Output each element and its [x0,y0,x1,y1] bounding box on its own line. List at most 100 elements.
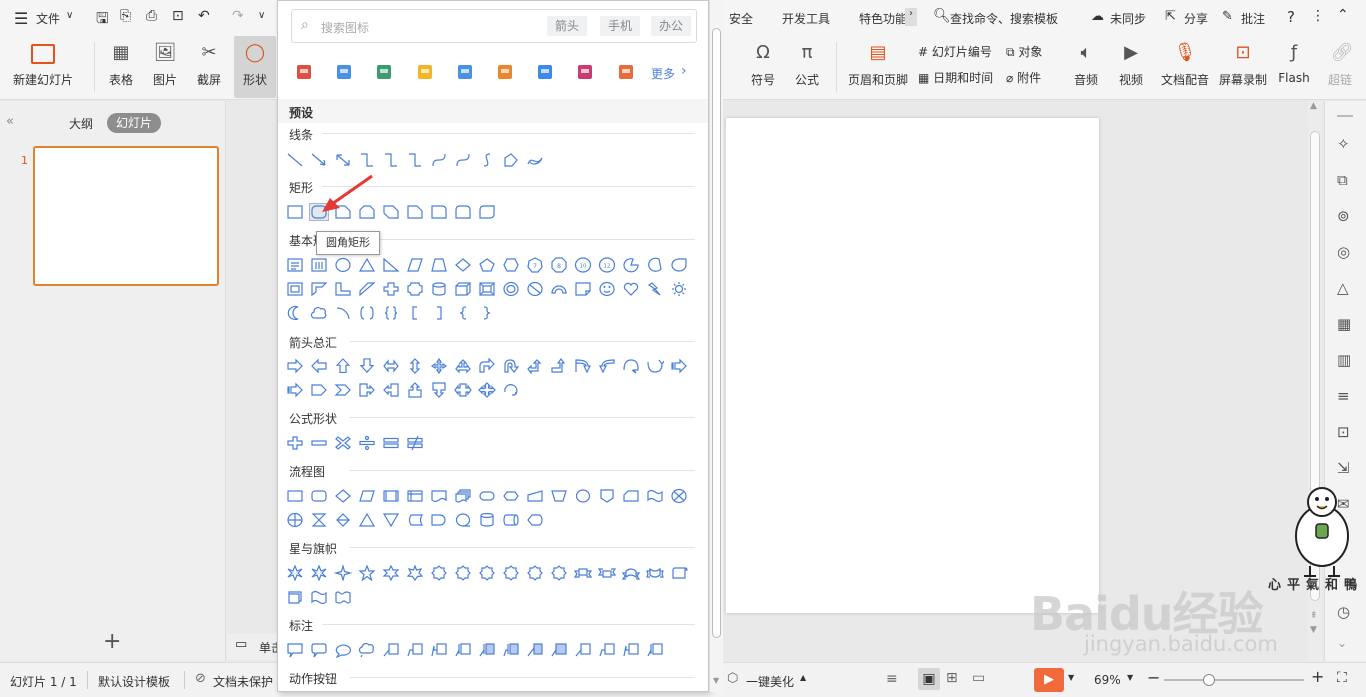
search-tag-office[interactable]: 办公 [651,16,692,36]
audio-button[interactable]: 🔈︎ 音频 [1066,36,1106,98]
shape-c-oval-icon[interactable] [334,642,352,658]
comment-button[interactable]: 批注 [1241,10,1265,27]
shape-star4-icon[interactable] [334,565,352,581]
more-icon[interactable]: ⋮ [1311,8,1325,24]
attachment-button[interactable]: ⌀ 附件 [1006,69,1041,86]
shape-lbrace-icon[interactable] [454,305,472,321]
shape-curvr-icon[interactable] [574,358,592,374]
shape-star6-icon[interactable] [382,565,400,581]
shape-display-icon[interactable] [526,512,544,528]
shape-c-line-b-icon[interactable] [454,642,472,658]
sync-status[interactable]: 未同步 [1110,10,1146,27]
shape-vtext-icon[interactable] [310,257,328,273]
shape-tape-icon[interactable] [646,488,664,504]
chevron-down-icon[interactable]: ▼ [1127,673,1133,682]
shape-tri-icon[interactable] [358,257,376,273]
shape-c-line-b-icon[interactable] [646,642,664,658]
shape-nosign-icon[interactable] [526,281,544,297]
shape-cube-icon[interactable] [454,281,472,297]
reading-view-icon[interactable]: ▭ [972,670,985,686]
shape-fold-icon[interactable] [574,281,592,297]
shape-pent-icon[interactable] [478,257,496,273]
slide-number-button[interactable]: # 幻灯片编号 [918,43,992,60]
shape-trap-icon[interactable] [430,257,448,273]
shape-rrd-icon[interactable] [478,204,496,220]
shape-rbrack-icon[interactable] [430,305,448,321]
shape-elbow-icon[interactable] [406,152,424,168]
shape-exp-icon[interactable] [310,565,328,581]
shape-donut-icon[interactable] [502,281,520,297]
header-footer-button[interactable]: ▤ 页眉和页脚 [844,36,912,98]
box-icon[interactable] [616,61,636,83]
shape-rtri-icon[interactable] [382,257,400,273]
image-panel-icon[interactable]: ⊡ [1337,423,1350,441]
redo-icon[interactable]: ↷ [232,8,244,24]
shape-curve-icon[interactable] [430,152,448,168]
print-icon[interactable]: ⎙ [146,8,157,24]
shape-oct-icon[interactable]: 8 [550,257,568,273]
video-button[interactable]: ▶ 视频 [1110,36,1152,98]
history-icon[interactable]: ◷ [1337,603,1350,621]
shape-uturn-icon[interactable] [502,358,520,374]
shape-bolt-icon[interactable] [646,281,664,297]
undo-icon[interactable]: ↶ [198,8,210,24]
shape-elbow-icon[interactable] [358,152,376,168]
shape-bua-icon[interactable] [550,358,568,374]
shape-cross-icon[interactable] [382,281,400,297]
hyperlink-button[interactable]: 🔗︎ 超链 [1322,36,1362,98]
shape-arcline-icon[interactable] [334,305,352,321]
more-icons-link[interactable]: 更多 [651,65,675,82]
shape-neq-icon[interactable] [406,435,424,451]
shape-c-line3-icon[interactable] [622,642,640,658]
normal-view-icon[interactable]: ▣ [918,668,940,690]
shape-extract-icon[interactable] [358,512,376,528]
shapes-icon[interactable]: ⊚ [1337,207,1350,225]
symbol-button[interactable]: Ω 符号 [742,36,784,98]
search-input[interactable]: 搜索图标 [321,19,369,36]
shape-c-rect-icon[interactable] [286,642,304,658]
shape-star7-icon[interactable] [406,565,424,581]
search-tag-arrow[interactable]: 箭头 [547,16,588,36]
zoom-in-icon[interactable]: + [1311,667,1324,686]
shape-button[interactable]: ◯ 形状 [234,36,276,98]
shape-c-line2-icon[interactable] [406,642,424,658]
shape-lua-icon[interactable] [526,358,544,374]
shape-lshape-icon[interactable] [334,281,352,297]
shape-ribbond-icon[interactable] [598,565,616,581]
shape-collate-icon[interactable] [310,512,328,528]
shape-ra-icon[interactable] [286,358,304,374]
slide-canvas[interactable] [726,118,1099,613]
shape-curvd-icon[interactable] [646,358,664,374]
shape-pie-icon[interactable] [622,257,640,273]
shape-dbrace-icon[interactable] [382,305,400,321]
shape-orj-icon[interactable] [286,512,304,528]
zoom-slider-thumb[interactable] [1203,674,1215,686]
monitor-icon[interactable] [495,61,515,83]
object-button[interactable]: ⧉ 对象 [1006,43,1042,60]
hamburger-icon[interactable]: ☰ [14,9,28,28]
shape-wave-icon[interactable] [310,589,328,605]
screenshot-button[interactable]: ✂ 截屏 [188,36,230,98]
scroll-down-icon[interactable]: ▼ [713,676,719,685]
shape-stripr-icon[interactable] [670,358,688,374]
shape-scribble-icon[interactable] [526,152,544,168]
shape-delay-icon[interactable] [430,512,448,528]
collapse-panel-icon[interactable]: « [6,114,14,129]
share-button[interactable]: 分享 [1184,10,1208,27]
shape-c-cloud-icon[interactable] [358,642,376,658]
shape-quadcall-icon[interactable] [478,382,496,398]
shape-c-r-rect-icon[interactable] [310,642,328,658]
shape-lrua-icon[interactable] [454,358,472,374]
shape-rbrace-icon[interactable] [478,305,496,321]
settings-icon[interactable]: ≡ [1337,387,1350,405]
shape-smile-icon[interactable] [598,281,616,297]
shape-heart-icon[interactable] [622,281,640,297]
icon-search-box[interactable]: ⌕ 搜索图标 箭头 手机 办公 [291,9,697,43]
shape-prep-icon[interactable] [502,488,520,504]
shape-ribboncd-icon[interactable] [646,565,664,581]
shape-lbrack-icon[interactable] [406,305,424,321]
pin-icon[interactable]: ✧ [1337,135,1350,153]
shape-equal-icon[interactable] [382,435,400,451]
zoom-level[interactable]: 69% [1094,673,1121,687]
rocket-icon[interactable] [575,61,595,83]
